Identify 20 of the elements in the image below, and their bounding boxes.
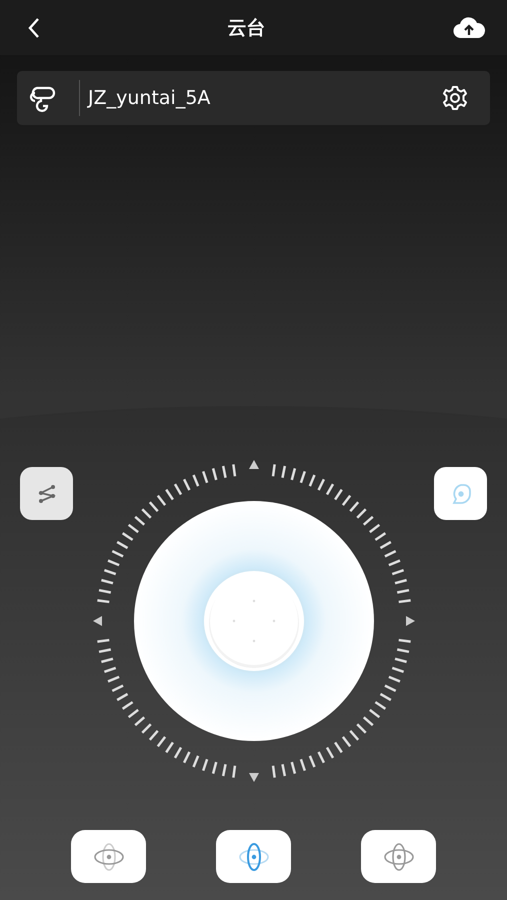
- path-icon: [36, 482, 58, 504]
- right-arrow-icon[interactable]: [406, 616, 414, 626]
- axis-mode-button[interactable]: [71, 830, 146, 883]
- page-title: 云台: [228, 16, 266, 40]
- cloud-upload-icon[interactable]: [453, 16, 485, 38]
- settings-icon[interactable]: [442, 85, 468, 111]
- left-arrow-icon[interactable]: [92, 616, 102, 626]
- down-arrow-icon[interactable]: [248, 773, 258, 782]
- device-bar[interactable]: JZ_yuntai_5A: [17, 71, 490, 125]
- recenter-button[interactable]: [434, 467, 487, 520]
- axis-mode-button[interactable]: [216, 830, 291, 883]
- gimbal-axis-icon: [92, 840, 124, 872]
- gimbal-axis-icon: [382, 840, 414, 872]
- back-icon[interactable]: [28, 16, 40, 38]
- gimbal-axis-icon: [238, 840, 270, 872]
- axis-mode-button[interactable]: [361, 830, 436, 883]
- up-arrow-icon[interactable]: [248, 460, 258, 469]
- path-button[interactable]: [20, 467, 73, 520]
- gimbal-icon: [29, 84, 57, 112]
- device-name: JZ_yuntai_5A: [88, 87, 212, 109]
